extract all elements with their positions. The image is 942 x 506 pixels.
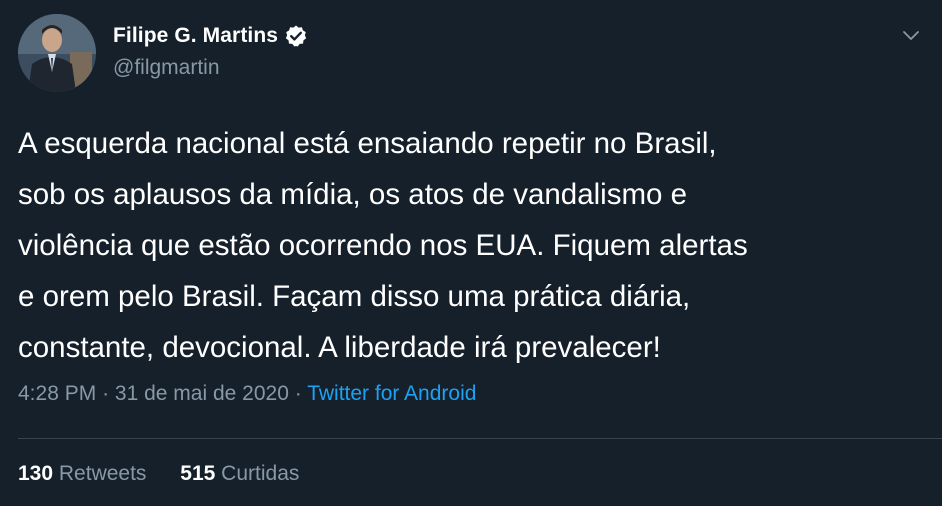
tweet-stats: 130 Retweets 515 Curtidas <box>18 462 327 486</box>
chevron-down-icon[interactable] <box>900 24 922 46</box>
avatar-photo <box>18 14 96 92</box>
tweet-date[interactable]: 31 de mai de 2020 <box>115 382 289 405</box>
tweet-meta: 4:28 PM · 31 de mai de 2020 · Twitter fo… <box>18 382 476 406</box>
author-handle[interactable]: @filgmartin <box>113 56 220 80</box>
retweets-label: Retweets <box>58 462 147 485</box>
tweet-time[interactable]: 4:28 PM <box>18 382 96 405</box>
author-display-name[interactable]: Filipe G. Martins <box>113 24 278 48</box>
divider <box>18 438 942 439</box>
likes-stat[interactable]: 515 Curtidas <box>180 462 299 485</box>
meta-separator: · <box>294 382 302 405</box>
tweet-text-line: constante, devocional. A liberdade irá p… <box>18 331 661 364</box>
retweets-stat[interactable]: 130 Retweets <box>18 462 146 485</box>
retweets-count: 130 <box>18 462 54 485</box>
likes-label: Curtidas <box>221 462 300 485</box>
tweet-source-link[interactable]: Twitter for Android <box>307 382 476 405</box>
tweet-card: Filipe G. Martins @filgmartin A esquerda… <box>0 0 942 506</box>
tweet-text-line: sob os aplausos da mídia, os atos de van… <box>18 178 688 211</box>
tweet-text: A esquerda nacional está ensaiando repet… <box>18 118 930 373</box>
tweet-text-line: e orem pelo Brasil. Façam disso uma prát… <box>18 280 691 313</box>
meta-separator: · <box>102 382 110 405</box>
avatar[interactable] <box>18 14 96 92</box>
tweet-text-line: violência que estão ocorrendo nos EUA. F… <box>18 229 748 262</box>
likes-count: 515 <box>180 462 216 485</box>
author-name-row[interactable]: Filipe G. Martins <box>113 24 308 48</box>
tweet-text-line: A esquerda nacional está ensaiando repet… <box>18 127 717 160</box>
verified-badge-icon <box>284 24 308 48</box>
